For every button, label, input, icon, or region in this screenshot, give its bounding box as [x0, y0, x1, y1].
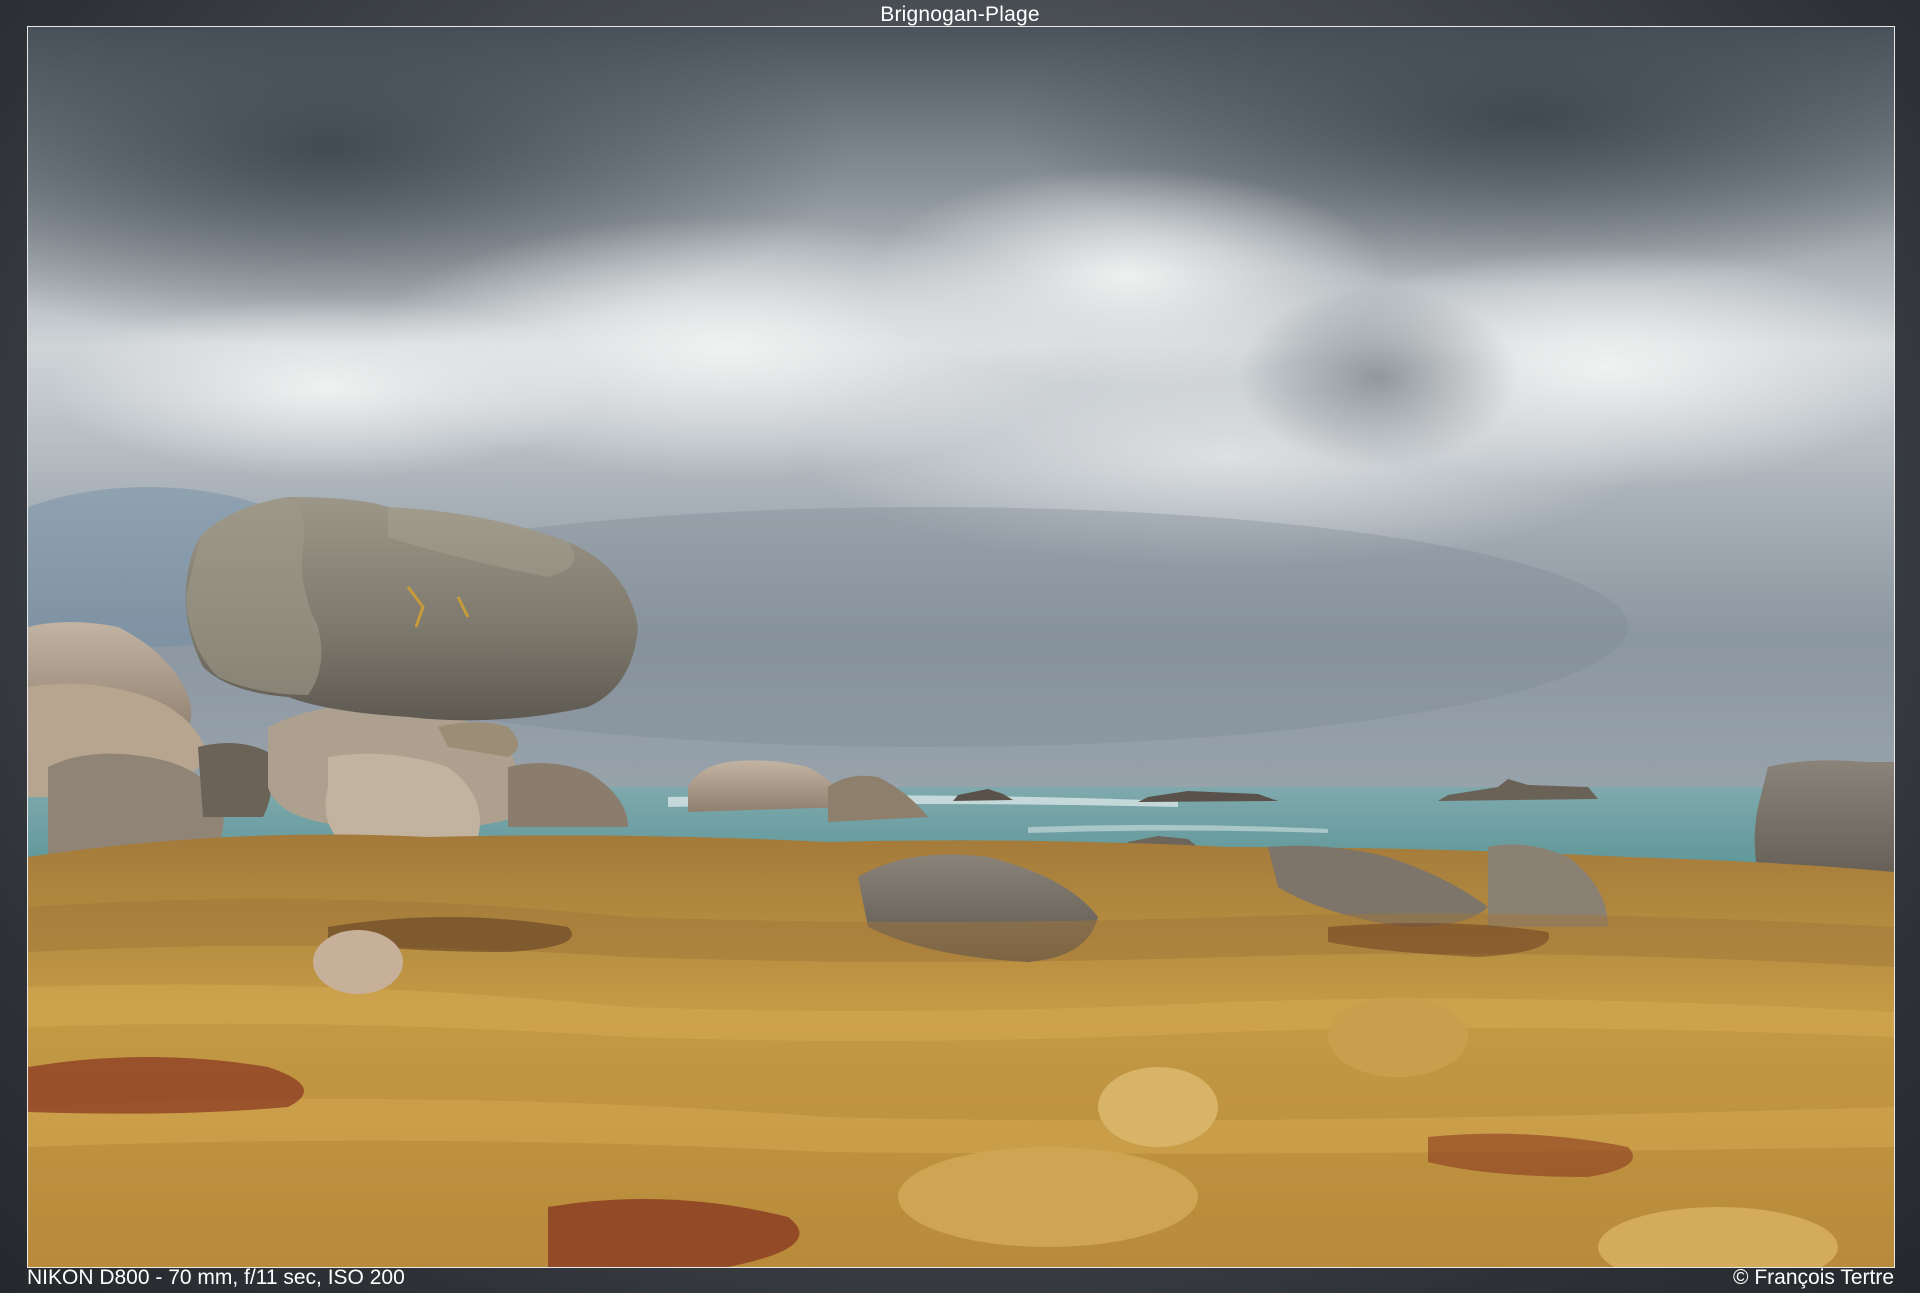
photo-illustration [28, 27, 1894, 1267]
viewer-frame: Brignogan-Plage NIKON D800 - 70 mm, f/11… [0, 0, 1920, 1293]
photo [27, 26, 1895, 1268]
image-title: Brignogan-Plage [880, 3, 1040, 26]
exif-caption: NIKON D800 - 70 mm, f/11 sec, ISO 200 [27, 1266, 405, 1289]
copyright-caption: © François Tertre [1733, 1266, 1894, 1289]
